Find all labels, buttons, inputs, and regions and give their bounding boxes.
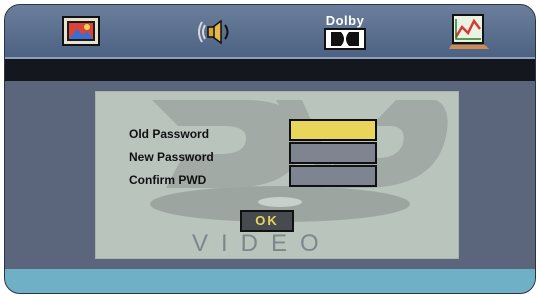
dolby-digital-icon[interactable] bbox=[323, 27, 367, 51]
confirm-password-field[interactable] bbox=[289, 165, 377, 187]
dolby-label: Dolby bbox=[325, 13, 365, 28]
setup-menu-bar: Dolby bbox=[5, 5, 535, 59]
old-password-label: Old Password bbox=[129, 127, 210, 141]
confirm-password-label: Confirm PWD bbox=[129, 173, 207, 187]
speaker-audio-icon[interactable] bbox=[195, 11, 239, 51]
preferences-chart-icon[interactable] bbox=[447, 11, 491, 51]
dvd-setup-screen: Dolby Old Password New Password Confirm … bbox=[4, 4, 536, 294]
new-password-field[interactable] bbox=[289, 142, 377, 164]
screen-settings-icon[interactable] bbox=[59, 11, 103, 51]
new-password-label: New Password bbox=[129, 150, 214, 164]
video-watermark-text: VIDEO bbox=[192, 230, 332, 257]
ok-button[interactable]: OK bbox=[240, 210, 294, 232]
status-bar bbox=[5, 269, 535, 293]
password-dialog: Old Password New Password Confirm PWD OK… bbox=[95, 91, 459, 259]
old-password-field[interactable] bbox=[289, 119, 377, 141]
page-header-bar bbox=[5, 59, 535, 81]
